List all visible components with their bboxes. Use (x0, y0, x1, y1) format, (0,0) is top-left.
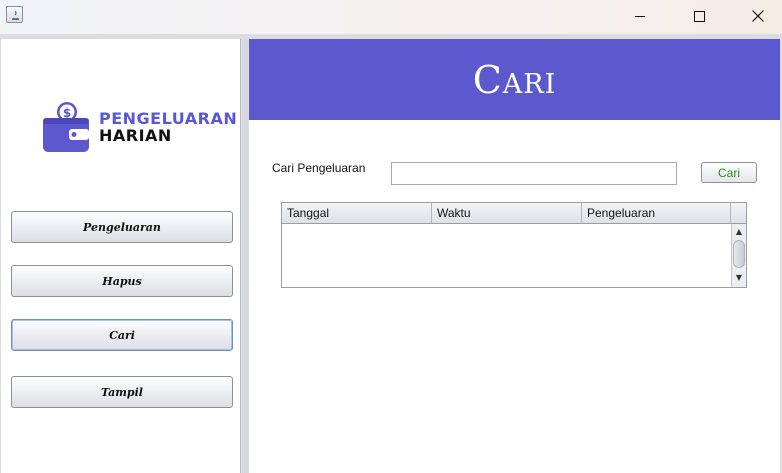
close-button[interactable] (735, 0, 781, 32)
java-app-icon[interactable] (6, 6, 23, 23)
sidebar: $ PENGELUARAN HARIAN Pengeluaran Hapus C… (1, 39, 241, 473)
split-divider[interactable] (242, 39, 248, 473)
wallet-dollar-icon: $ (43, 102, 89, 152)
vertical-scrollbar[interactable]: ▲ ▼ (731, 224, 746, 287)
column-header-waktu[interactable]: Waktu (432, 203, 582, 223)
maximize-icon (693, 10, 705, 22)
scroll-thumb[interactable] (733, 240, 745, 268)
scroll-down-arrow-icon[interactable]: ▼ (732, 272, 746, 284)
page-title: Cari (472, 57, 557, 102)
main-content: Cari Cari Pengeluaran Cari Tanggal Waktu… (249, 39, 780, 473)
svg-text:$: $ (63, 106, 71, 120)
search-button[interactable]: Cari (701, 162, 757, 183)
close-icon (752, 10, 764, 22)
table-header: Tanggal Waktu Pengeluaran (282, 203, 746, 224)
search-label: Cari Pengeluaran (272, 161, 366, 175)
maximize-button[interactable] (676, 0, 722, 32)
column-header-tanggal[interactable]: Tanggal (282, 203, 432, 223)
search-input[interactable] (391, 162, 677, 185)
cari-nav-button[interactable]: Cari (11, 319, 233, 351)
minimize-button[interactable] (617, 0, 663, 32)
minimize-icon (635, 15, 645, 17)
hapus-button[interactable]: Hapus (11, 265, 233, 297)
pengeluaran-button[interactable]: Pengeluaran (11, 211, 233, 243)
table-corner (731, 203, 746, 223)
window-titlebar (0, 0, 782, 34)
logo-subtitle: HARIAN (99, 126, 172, 145)
results-table[interactable]: Tanggal Waktu Pengeluaran ▲ ▼ (281, 202, 747, 288)
scroll-up-arrow-icon[interactable]: ▲ (732, 226, 746, 238)
tampil-button[interactable]: Tampil (11, 376, 233, 408)
column-header-pengeluaran[interactable]: Pengeluaran (582, 203, 731, 223)
header-banner: Cari (249, 39, 780, 120)
